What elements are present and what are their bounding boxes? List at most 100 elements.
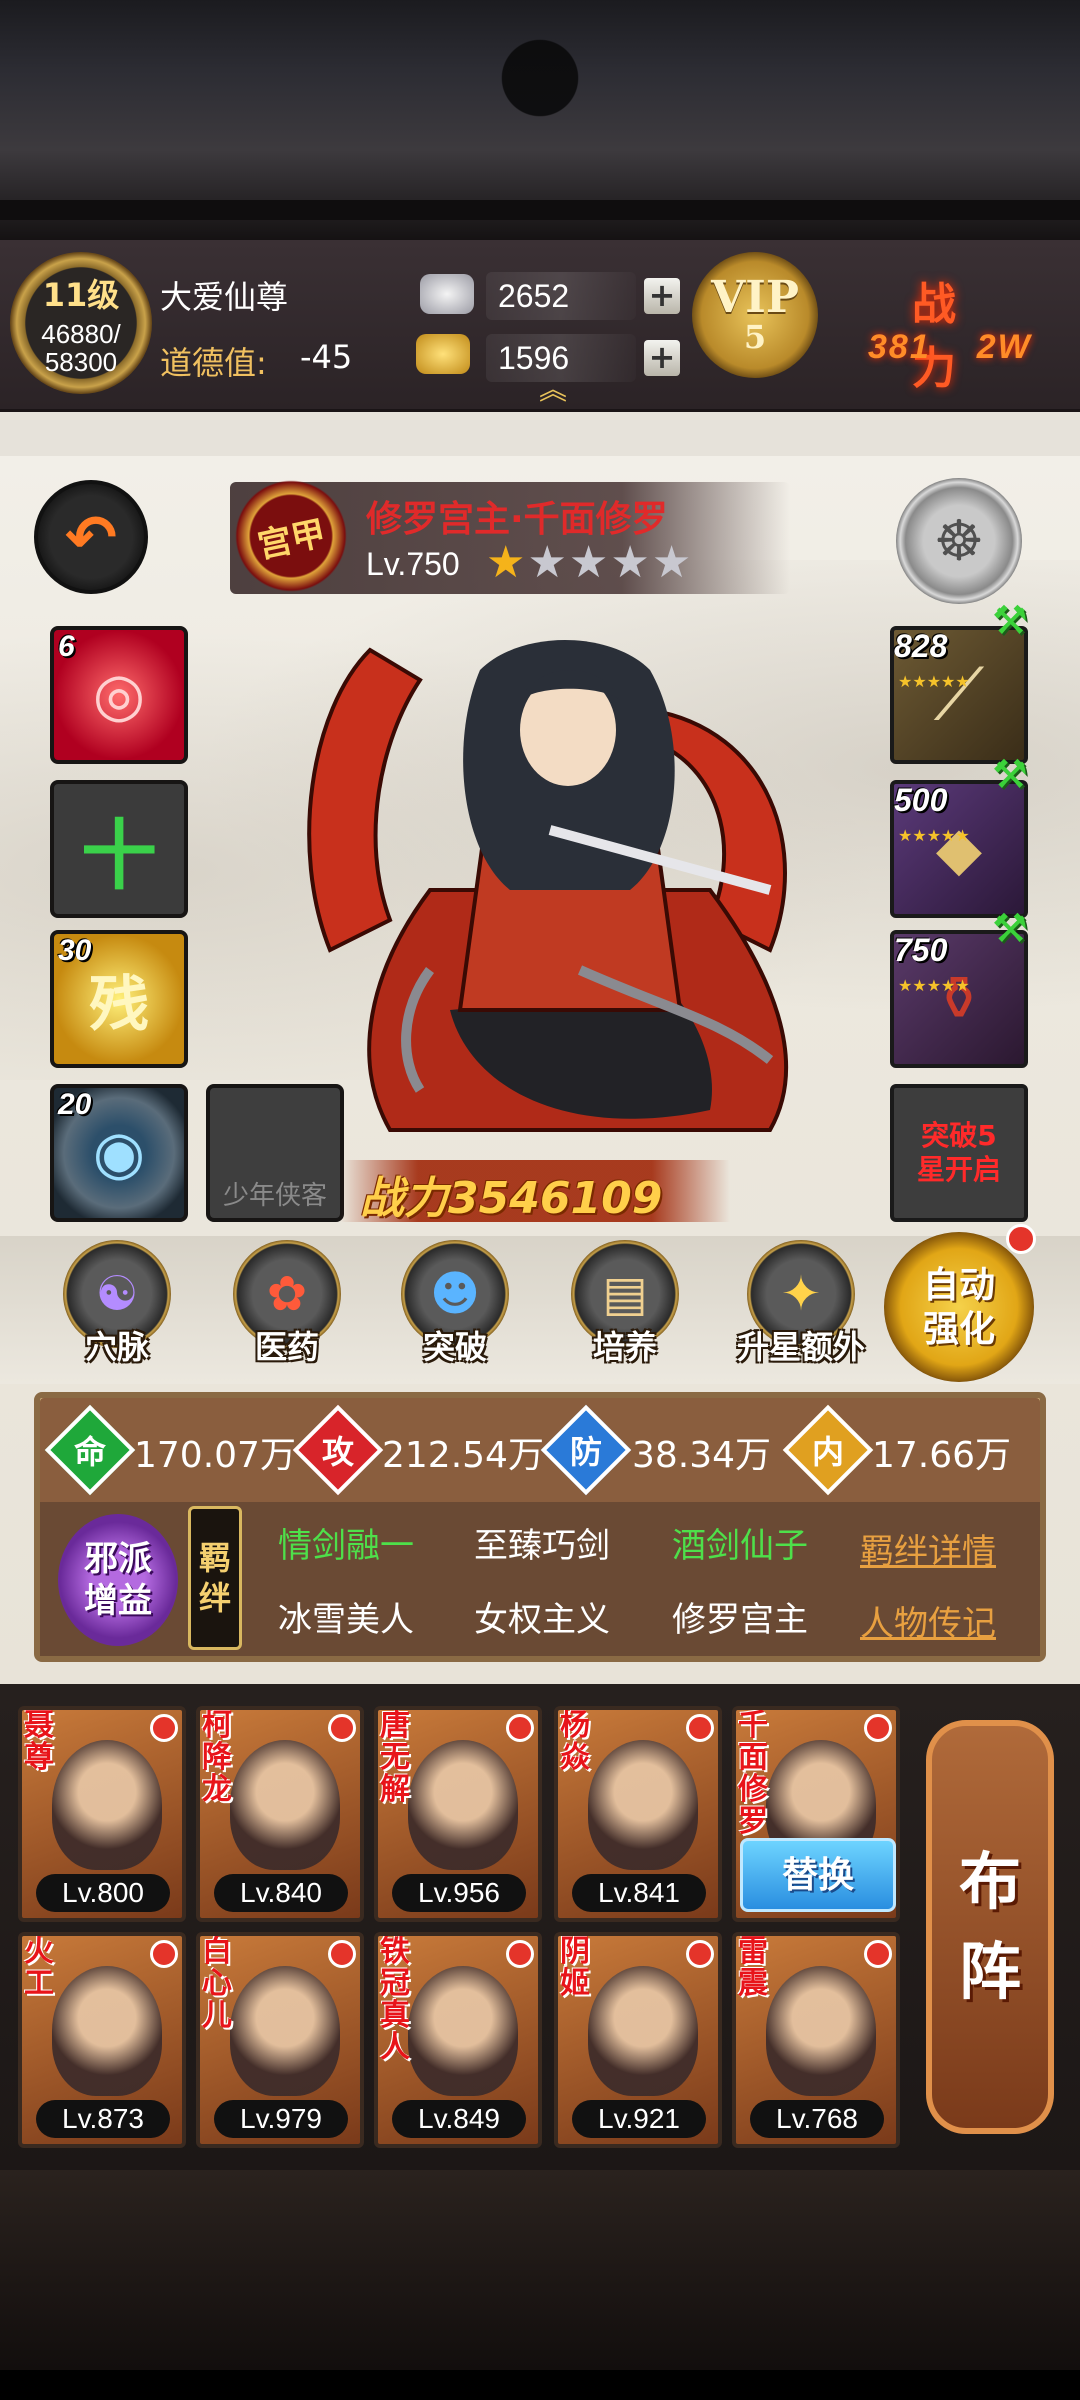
bond-item[interactable]: 酒剑仙子 [672,1518,808,1567]
replace-button[interactable]: 替换 [740,1838,896,1912]
star-empty-icon: ★ [568,537,611,588]
plus-icon: 十 [81,811,157,900]
bond-item[interactable]: 至臻巧剑 [474,1518,610,1567]
roof-ornament [460,30,620,150]
function-cultivate[interactable]: ▤ 培养 [560,1240,690,1380]
notification-dot [506,1714,534,1742]
player-level-badge[interactable]: 11级 46880/ 58300 [10,252,152,394]
skill-slot-3[interactable]: 残 30 [50,930,188,1068]
evil-faction-bonus-badge[interactable]: 邪派 增益 [58,1514,178,1646]
function-label: 升星额外 [736,1328,865,1366]
hero-battle-power: 战力3546109 [360,1173,663,1224]
add-silver-button[interactable]: + [644,278,680,314]
notification-dot [150,1714,178,1742]
card-level: Lv.979 [214,2100,348,2138]
bonds-tag-label: 羁绊 [199,1538,231,1618]
function-medicine[interactable]: ✿ 医药 [222,1240,352,1380]
upgrade-hammer-icon[interactable]: ⚒ [992,752,1046,806]
health-stat-glyph: 命 [73,1433,106,1471]
add-gold-button[interactable]: + [644,340,680,376]
team-member-card[interactable]: 柯降龙 Lv.840 [196,1706,364,1922]
function-star-up[interactable]: ✦ 升星额外 [726,1240,876,1380]
hero-level: Lv.750 [366,546,460,582]
team-member-card[interactable]: 火工 Lv.873 [18,1932,186,2148]
player-name: 大爱仙尊 [160,278,289,316]
bond-item[interactable]: 冰雪美人 [278,1592,414,1641]
card-level: Lv.849 [392,2100,526,2138]
card-character-name: 千面修罗 [738,1708,768,1839]
function-breakthrough[interactable]: ☻ 突破 [390,1240,520,1380]
skill-slot-1[interactable]: ◎ 6 [50,626,188,764]
notification-dot [506,1940,534,1968]
team-member-card[interactable]: 铁冠真人 Lv.849 [374,1932,542,2148]
bonds-tag: 羁绊 [188,1506,242,1650]
gold-icon [416,334,470,374]
biography-link[interactable]: 人物传记 [860,1596,996,1645]
bond-item[interactable]: 修罗宫主 [672,1592,808,1641]
function-label: 医药 [254,1328,319,1366]
team-member-card[interactable]: 杨焱 Lv.841 [554,1706,722,1922]
notification-dot [686,1714,714,1742]
star-filled-icon: ★ [486,537,528,588]
current-hero-card[interactable]: 千面修罗 替换 [732,1706,900,1922]
upgrade-hammer-icon[interactable]: ⚒ [992,598,1046,652]
formation-button[interactable]: 布阵 [926,1720,1054,2134]
player-exp-max: 58300 [44,347,118,377]
vip-label: VIP [711,272,799,323]
character-portrait [230,1740,340,1870]
character-portrait [408,1740,518,1870]
character-portrait [588,1740,698,1870]
bonds-tag-line-1: 羁 [198,1539,231,1577]
vip-badge[interactable]: VIP 5 [692,252,818,378]
silver-amount: 2652 [486,272,636,320]
defense-stat-value: 38.34万 [632,1435,772,1476]
team-member-card[interactable]: 聂尊 Lv.800 [18,1706,186,1922]
defense-stat-glyph: 防 [569,1433,602,1471]
star-empty-icon: ★ [651,537,694,588]
notification-dot [1006,1224,1036,1254]
character-portrait [52,1966,162,2096]
notification-dot [150,1940,178,1968]
team-member-card[interactable]: 唐无解 Lv.956 [374,1706,542,1922]
skill-slot-4[interactable]: ◉ 20 [50,1084,188,1222]
formation-line-2: 阵 [958,1935,1021,2008]
team-member-card[interactable]: 阴姬 Lv.921 [554,1932,722,2148]
chevron-up-icon[interactable]: ︽ [528,376,578,404]
add-skill-slot[interactable]: 十 [50,780,188,918]
meditation-button[interactable]: ☸ [896,478,1022,604]
card-level: Lv.840 [214,1874,348,1912]
bond-item[interactable]: 女权主义 [474,1592,610,1641]
character-portrait [230,1966,340,2096]
function-label: 穴脉 [84,1328,149,1366]
function-meridian[interactable]: ☯ 穴脉 [52,1240,182,1380]
notification-dot [328,1714,356,1742]
notification-dot [686,1940,714,1968]
bond-details-link[interactable]: 羁绊详情 [860,1524,996,1573]
faction-badge: 宫甲 [226,474,356,598]
locked-breakthrough-slot[interactable]: 突破5 星开启 [890,1084,1028,1222]
internal-stat-glyph: 内 [811,1433,844,1471]
card-character-name: 铁冠真人 [380,1934,410,2065]
bond-item[interactable]: 情剑融一 [278,1518,414,1567]
evil-faction-bonus-label: 邪派 增益 [84,1538,152,1622]
equipment-stars: ★★★★★ [898,976,970,995]
auto-strengthen-button[interactable]: 自动 强化 [884,1232,1034,1382]
star-empty-icon: ★ [527,537,569,588]
attack-stat-glyph: 攻 [321,1433,354,1471]
function-label: 突破 [422,1328,487,1366]
divider-band [0,412,1080,456]
character-portrait [588,1966,698,2096]
roof-band [0,200,1080,220]
meditation-icon: ☸ [933,508,985,574]
upgrade-hammer-icon[interactable]: ⚒ [992,906,1046,960]
header-power-prefix: 381 [868,328,931,366]
card-character-name: 阴姬 [560,1934,590,2001]
card-level: Lv.841 [572,1874,706,1912]
team-member-card[interactable]: 雷震 Lv.768 [732,1932,900,2148]
card-character-name: 雷震 [738,1934,768,2001]
team-member-card[interactable]: 白心儿 Lv.979 [196,1932,364,2148]
back-button[interactable]: ↶ [34,480,148,594]
bonds-tag-line-2: 绊 [198,1579,231,1617]
auto-strengthen-line-2: 强化 [922,1308,995,1350]
companion-slot-caption: 少年侠客 [222,1181,327,1211]
